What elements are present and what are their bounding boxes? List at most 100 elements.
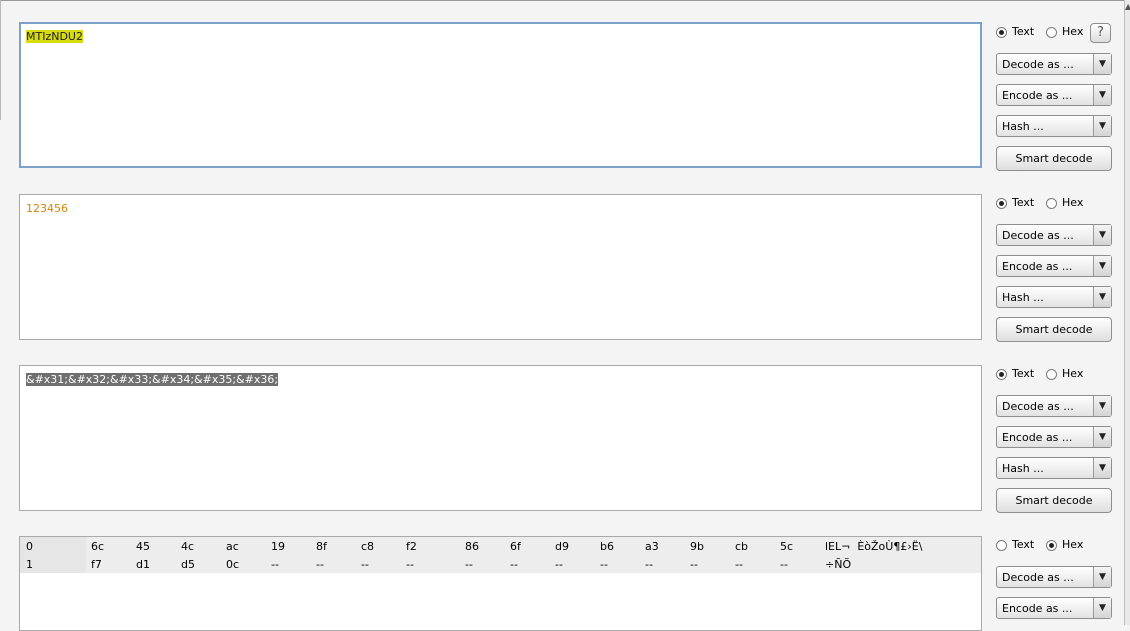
hash-dropdown-2[interactable]: Hash ... ▼ (996, 286, 1112, 308)
hex-byte[interactable]: 9b (690, 540, 704, 553)
hex-row[interactable]: 1 f7 d1 d5 0c -- -- -- -- -- -- -- -- --… (20, 555, 981, 573)
hex-byte[interactable]: a3 (645, 540, 659, 553)
hex-byte[interactable]: ac (226, 540, 239, 553)
hex-radio-4[interactable] (1046, 540, 1057, 551)
hex-byte[interactable]: -- (406, 558, 414, 571)
format-radio-group-1: Text Hex ? (996, 23, 1114, 45)
text-radio-label-1: Text (1012, 25, 1035, 38)
hex-byte[interactable]: 5c (780, 540, 793, 553)
hex-radio-label-3: Hex (1062, 367, 1084, 380)
hash-label-2: Hash ... (1002, 291, 1044, 304)
hex-byte[interactable]: -- (645, 558, 653, 571)
text-radio-label-2: Text (1012, 196, 1035, 209)
hex-row-index: 0 (26, 540, 33, 553)
smart-decode-button-3[interactable]: Smart decode (996, 488, 1112, 513)
decode-as-dropdown-1[interactable]: Decode as ... ▼ (996, 53, 1112, 75)
hash-label-3: Hash ... (1002, 462, 1044, 475)
decode-as-dropdown-2[interactable]: Decode as ... ▼ (996, 224, 1112, 246)
hex-byte[interactable]: 19 (271, 540, 285, 553)
hex-byte[interactable]: -- (690, 558, 698, 571)
hex-byte[interactable]: 0c (226, 558, 239, 571)
hex-byte[interactable]: -- (316, 558, 324, 571)
hex-ascii: lEL¬ ÈòŽoÙ¶£›Ë\ (825, 540, 923, 553)
decoder-input-1[interactable]: MTIzNDU2 (19, 22, 982, 168)
hex-byte[interactable]: d5 (181, 558, 195, 571)
hex-byte[interactable]: -- (555, 558, 563, 571)
encode-as-dropdown-2[interactable]: Encode as ... ▼ (996, 255, 1112, 277)
decoder-input-3[interactable]: &#x31;&#x32;&#x33;&#x34;&#x35;&#x36; (19, 365, 982, 511)
hex-radio-3[interactable] (1046, 369, 1057, 380)
hex-byte[interactable]: -- (780, 558, 788, 571)
text-radio-1[interactable] (996, 27, 1007, 38)
hex-ascii: ÷ÑÕ (825, 558, 852, 571)
dropdown-arrow-icon: ▼ (1093, 458, 1111, 478)
encode-as-label-2: Encode as ... (1002, 260, 1073, 273)
hex-byte[interactable]: 8f (316, 540, 327, 553)
dropdown-arrow-icon: ▼ (1093, 54, 1111, 74)
encode-as-dropdown-1[interactable]: Encode as ... ▼ (996, 84, 1112, 106)
format-radio-group-4: Text Hex (996, 536, 1114, 558)
encode-as-dropdown-3[interactable]: Encode as ... ▼ (996, 426, 1112, 448)
decode-as-dropdown-4[interactable]: Decode as ... ▼ (996, 566, 1112, 588)
decoder-text-2: 123456 (26, 202, 68, 215)
hex-radio-2[interactable] (1046, 198, 1057, 209)
decoder-controls-3: Text Hex Decode as ... ▼ Encode as ... ▼… (996, 365, 1114, 513)
hash-dropdown-1[interactable]: Hash ... ▼ (996, 115, 1112, 137)
vertical-scrollbar[interactable]: ▲ (1124, 0, 1130, 625)
window-top-border (0, 0, 1130, 1)
hex-byte[interactable]: -- (361, 558, 369, 571)
encode-as-label-4: Encode as ... (1002, 602, 1073, 615)
hex-byte[interactable]: f7 (91, 558, 102, 571)
hex-byte[interactable]: 45 (136, 540, 150, 553)
help-button[interactable]: ? (1090, 23, 1111, 43)
hex-byte[interactable]: f2 (406, 540, 417, 553)
hex-byte[interactable]: -- (510, 558, 518, 571)
decode-as-dropdown-3[interactable]: Decode as ... ▼ (996, 395, 1112, 417)
hex-row-index: 1 (26, 558, 33, 571)
hex-byte[interactable]: d9 (555, 540, 569, 553)
dropdown-arrow-icon: ▼ (1093, 396, 1111, 416)
decoder-controls-1: Text Hex ? Decode as ... ▼ Encode as ...… (996, 23, 1114, 171)
smart-decode-button-2[interactable]: Smart decode (996, 317, 1112, 342)
hex-byte[interactable]: 6f (510, 540, 521, 553)
decode-as-label-3: Decode as ... (1002, 400, 1074, 413)
text-radio-3[interactable] (996, 369, 1007, 380)
hex-radio-label-4: Hex (1062, 538, 1084, 551)
format-radio-group-2: Text Hex (996, 194, 1114, 216)
smart-decode-button-1[interactable]: Smart decode (996, 146, 1112, 171)
decoder-input-2[interactable]: 123456 (19, 194, 982, 340)
encode-as-label-1: Encode as ... (1002, 89, 1073, 102)
encode-as-dropdown-4[interactable]: Encode as ... ▼ (996, 597, 1112, 619)
hex-byte[interactable]: d1 (136, 558, 150, 571)
hex-byte[interactable]: c8 (361, 540, 374, 553)
hash-dropdown-3[interactable]: Hash ... ▼ (996, 457, 1112, 479)
scroll-up-icon[interactable]: ▲ (1125, 2, 1130, 11)
hex-row[interactable]: 0 6c 45 4c ac 19 8f c8 f2 86 6f d9 b6 a3… (20, 537, 981, 555)
hex-byte[interactable]: -- (271, 558, 279, 571)
hex-byte[interactable]: -- (735, 558, 743, 571)
hex-byte[interactable]: 6c (91, 540, 104, 553)
hex-byte[interactable]: cb (735, 540, 748, 553)
hex-byte[interactable]: b6 (600, 540, 614, 553)
dropdown-arrow-icon: ▼ (1093, 287, 1111, 307)
decode-as-label-2: Decode as ... (1002, 229, 1074, 242)
help-icon: ? (1097, 25, 1104, 40)
hex-byte[interactable]: 4c (181, 540, 194, 553)
dropdown-arrow-icon: ▼ (1093, 598, 1111, 618)
hex-byte[interactable]: -- (600, 558, 608, 571)
text-radio-label-3: Text (1012, 367, 1035, 380)
dropdown-arrow-icon: ▼ (1093, 427, 1111, 447)
hex-byte[interactable]: -- (465, 558, 473, 571)
hex-radio-1[interactable] (1046, 27, 1057, 38)
text-radio-4[interactable] (996, 540, 1007, 551)
dropdown-arrow-icon: ▼ (1093, 116, 1111, 136)
hash-label-1: Hash ... (1002, 120, 1044, 133)
decoder-text-3: &#x31;&#x32;&#x33;&#x34;&#x35;&#x36; (26, 373, 279, 386)
window-left-border (0, 0, 1, 120)
decode-as-label-1: Decode as ... (1002, 58, 1074, 71)
hex-editor[interactable]: 0 6c 45 4c ac 19 8f c8 f2 86 6f d9 b6 a3… (19, 536, 982, 631)
dropdown-arrow-icon: ▼ (1093, 85, 1111, 105)
hex-byte[interactable]: 86 (465, 540, 479, 553)
text-radio-2[interactable] (996, 198, 1007, 209)
dropdown-arrow-icon: ▼ (1093, 225, 1111, 245)
